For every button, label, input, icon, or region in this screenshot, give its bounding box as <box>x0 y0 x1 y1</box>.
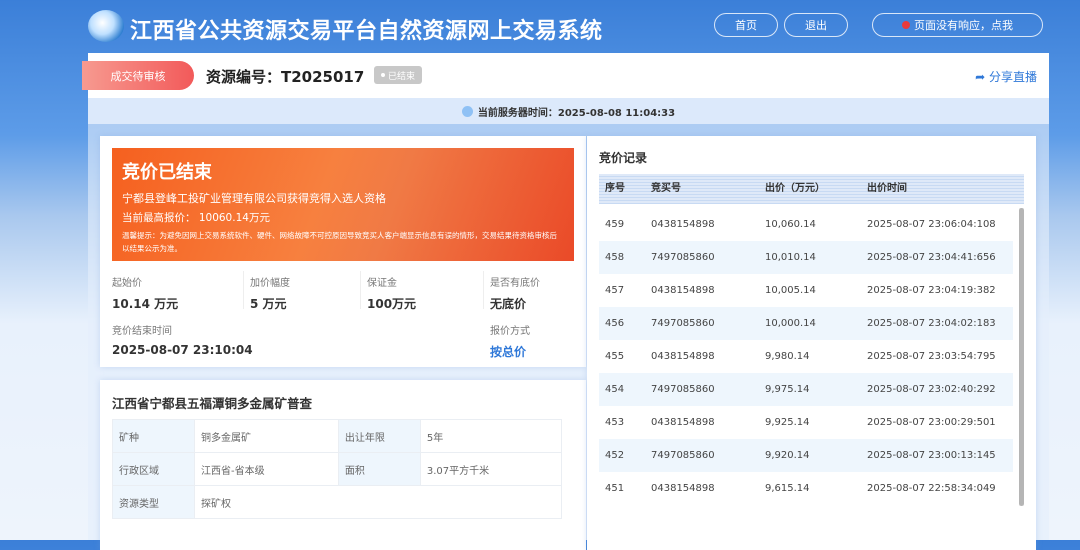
cell: 0438154898 <box>651 219 715 230</box>
cell: 453 <box>605 417 625 428</box>
result-title: 竞价已结束 <box>122 162 212 183</box>
home-button[interactable]: 首页 <box>714 13 778 37</box>
bid-records-card: 竞价记录 序号 竞买号 出价（万元） 出价时间 459 0438154898 10,… <box>587 136 1036 550</box>
cell: 7497085860 <box>651 318 715 329</box>
cell: 452 <box>605 450 625 461</box>
share-live-link[interactable]: ➦ 分享直播 <box>975 68 1037 85</box>
reserve-price: 是否有底价 无底价 <box>490 278 540 311</box>
share-icon: ➦ <box>975 70 986 84</box>
cell: 9,615.14 <box>765 483 810 494</box>
resource-detail-card: 江西省宁都县五福潭铜多金属矿普查 矿种 铜多金属矿 出让年限 5年 行政区域 江西省-省… <box>100 380 586 550</box>
cell: 2025-08-07 23:00:29:501 <box>867 417 996 428</box>
header: 江西省公共资源交易平台自然资源网上交易系统 首页 退出 页面没有响应，点我 <box>0 0 1080 52</box>
cell: 7497085860 <box>651 252 715 263</box>
cell: 9,980.14 <box>765 351 810 362</box>
no-response-button[interactable]: 页面没有响应，点我 <box>872 13 1043 37</box>
table-row: 451 0438154898 9,615.14 2025-08-07 22:58:34… <box>599 472 1013 505</box>
cell: 0438154898 <box>651 483 715 494</box>
notice-text: 温馨提示：为避免因网上交易系统软件、硬件、网络故障不可控原因导致竞买人客户端显示… <box>122 231 557 253</box>
records-header: 序号 竞买号 出价（万元） 出价时间 <box>599 174 1024 204</box>
start-price: 起始价 10.14 万元 <box>112 278 179 311</box>
cell: 9,925.14 <box>765 417 810 428</box>
table-row: 456 7497085860 10,000.14 2025-08-07 23:04:0… <box>599 307 1013 340</box>
cell: 457 <box>605 285 625 296</box>
cell: 10,060.14 <box>765 219 816 230</box>
auction-result-card: 竞价已结束 宁都县登峰工投矿业管理有限公司获得竞得入选人资格 当前最高报价： 1… <box>100 136 586 367</box>
resource-id: 资源编号：T2025017 <box>206 68 365 86</box>
detail-title: 江西省宁都县五福潭铜多金属矿普查 <box>112 396 313 411</box>
cell: 456 <box>605 318 625 329</box>
scrollbar-thumb[interactable] <box>1019 208 1024 506</box>
table-row: 455 0438154898 9,980.14 2025-08-07 23:03:54… <box>599 340 1013 373</box>
quote-method: 报价方式 按总价 <box>490 326 530 359</box>
end-time: 竞价结束时间 2025-08-07 23:10:04 <box>112 326 253 357</box>
server-time-bar: 当前服务器时间：2025-08-08 11:04:33 <box>88 98 1049 124</box>
status-badge: 成交待审核 <box>82 61 194 90</box>
cell: 2025-08-07 23:04:02:183 <box>867 318 996 329</box>
table-row: 458 7497085860 10,010.14 2025-08-07 23:04:4… <box>599 241 1013 274</box>
cell: 454 <box>605 384 625 395</box>
table-row: 452 7497085860 9,920.14 2025-08-07 23:00:13… <box>599 439 1013 472</box>
cell: 7497085860 <box>651 384 715 395</box>
no-response-label: 页面没有响应，点我 <box>914 19 1013 32</box>
cell: 10,000.14 <box>765 318 816 329</box>
share-label: 分享直播 <box>988 70 1037 84</box>
table-row: 457 0438154898 10,005.14 2025-08-07 23:04:1… <box>599 274 1013 307</box>
cell: 2025-08-07 23:02:40:292 <box>867 384 996 395</box>
cell: 9,920.14 <box>765 450 810 461</box>
logout-button[interactable]: 退出 <box>784 13 848 37</box>
table-row: 453 0438154898 9,925.14 2025-08-07 23:00:29… <box>599 406 1013 439</box>
cell: 458 <box>605 252 625 263</box>
detail-table: 矿种 铜多金属矿 出让年限 5年 行政区域 江西省-省本级 面积 3.07平方千米 资源类型… <box>112 419 563 519</box>
dot-icon <box>380 73 385 77</box>
alert-icon <box>902 21 910 29</box>
records-scrollbar[interactable] <box>1019 208 1024 506</box>
cell: 0438154898 <box>651 285 715 296</box>
deposit: 保证金 100万元 <box>367 278 417 311</box>
cell: 2025-08-07 23:04:41:656 <box>867 252 996 263</box>
logo-icon <box>88 10 124 42</box>
cell: 7497085860 <box>651 450 715 461</box>
ended-label: 已结束 <box>387 71 415 82</box>
cell: 2025-08-07 23:06:04:108 <box>867 219 996 230</box>
cell: 9,975.14 <box>765 384 810 395</box>
result-banner: 竞价已结束 宁都县登峰工投矿业管理有限公司获得竞得入选人资格 当前最高报价： 1… <box>112 148 574 261</box>
highest-price: 当前最高报价： 10060.14万元 <box>122 212 270 224</box>
cell: 10,010.14 <box>765 252 816 263</box>
increment: 加价幅度 5 万元 <box>250 278 290 311</box>
cell: 2025-08-07 23:03:54:795 <box>867 351 996 362</box>
cell: 2025-08-07 23:00:13:145 <box>867 450 996 461</box>
cell: 2025-08-07 22:58:34:049 <box>867 483 996 494</box>
main-panel: 成交待审核 资源编号：T2025017 已结束 ➦ 分享直播 当前服务器时间：2… <box>82 53 1049 550</box>
top-bar: 成交待审核 资源编号：T2025017 已结束 ➦ 分享直播 <box>82 53 1049 98</box>
cell: 0438154898 <box>651 351 715 362</box>
ended-badge: 已结束 <box>374 66 422 84</box>
clock-icon <box>461 105 473 117</box>
cell: 0438154898 <box>651 417 715 428</box>
winner-text: 宁都县登峰工投矿业管理有限公司获得竞得入选人资格 <box>122 192 386 205</box>
cell: 459 <box>605 219 625 230</box>
table-row: 459 0438154898 10,060.14 2025-08-07 23:06:0… <box>599 208 1013 241</box>
cell: 455 <box>605 351 625 362</box>
cell: 10,005.14 <box>765 285 816 296</box>
records-title: 竞价记录 <box>599 151 648 165</box>
server-time: 当前服务器时间：2025-08-08 11:04:33 <box>477 107 676 119</box>
cell: 451 <box>605 483 625 494</box>
site-title: 江西省公共资源交易平台自然资源网上交易系统 <box>130 19 603 44</box>
table-row: 454 7497085860 9,975.14 2025-08-07 23:02:40… <box>599 373 1013 406</box>
cell: 2025-08-07 23:04:19:382 <box>867 285 996 296</box>
